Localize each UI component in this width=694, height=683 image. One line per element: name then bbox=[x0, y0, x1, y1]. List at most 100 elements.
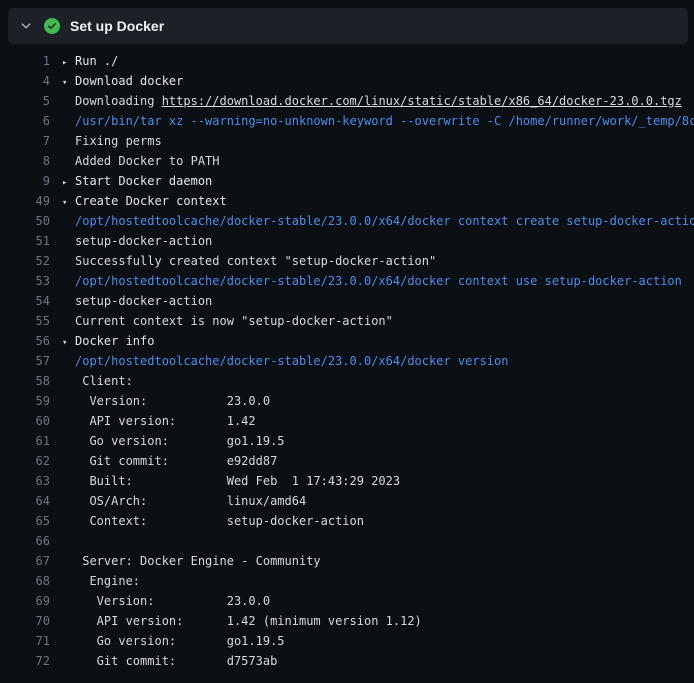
log-line: 71 Go version: go1.19.5 bbox=[6, 631, 694, 651]
log-line: 53 /opt/hostedtoolcache/docker-stable/23… bbox=[6, 271, 694, 291]
line-number[interactable]: 8 bbox=[6, 151, 50, 171]
arrow-spacer bbox=[62, 573, 75, 593]
line-number[interactable]: 72 bbox=[6, 651, 50, 671]
log-text: Server: Docker Engine - Community bbox=[75, 551, 321, 571]
log-group-row[interactable]: 49 ▾Create Docker context bbox=[6, 191, 694, 211]
arrow-spacer bbox=[62, 233, 75, 253]
log-line: 61 Go version: go1.19.5 bbox=[6, 431, 694, 451]
log-text: setup-docker-action bbox=[75, 291, 212, 311]
line-number[interactable]: 54 bbox=[6, 291, 50, 311]
line-number[interactable]: 58 bbox=[6, 371, 50, 391]
log-command-text: /usr/bin/tar xz --warning=no-unknown-key… bbox=[75, 111, 694, 131]
line-number[interactable]: 7 bbox=[6, 131, 50, 151]
log-line: 72 Git commit: d7573ab bbox=[6, 651, 694, 671]
arrow-spacer bbox=[62, 453, 75, 473]
arrow-spacer bbox=[62, 393, 75, 413]
group-title: Docker info bbox=[75, 331, 154, 351]
group-title: Start Docker daemon bbox=[75, 171, 212, 191]
log-text: API version: 1.42 (minimum version 1.12) bbox=[75, 611, 422, 631]
line-number[interactable]: 5 bbox=[6, 91, 50, 111]
log-text: Added Docker to PATH bbox=[75, 151, 220, 171]
log-group-row[interactable]: 1 ▸Run ./ bbox=[6, 51, 694, 71]
log-text: setup-docker-action bbox=[75, 231, 212, 251]
line-number[interactable]: 4 bbox=[6, 71, 50, 91]
group-expanded-icon[interactable]: ▾ bbox=[62, 333, 75, 353]
log-text: Successfully created context "setup-dock… bbox=[75, 251, 436, 271]
log-link[interactable]: https://download.docker.com/linux/static… bbox=[162, 91, 682, 111]
log-line: 5 Downloading https://download.docker.co… bbox=[6, 91, 694, 111]
log-line: 67 Server: Docker Engine - Community bbox=[6, 551, 694, 571]
line-number[interactable]: 51 bbox=[6, 231, 50, 251]
group-title: Create Docker context bbox=[75, 191, 227, 211]
log-text: Fixing perms bbox=[75, 131, 162, 151]
arrow-spacer bbox=[62, 373, 75, 393]
log-line: 60 API version: 1.42 bbox=[6, 411, 694, 431]
group-title: Run ./ bbox=[75, 51, 118, 71]
log-line: 6 /usr/bin/tar xz --warning=no-unknown-k… bbox=[6, 111, 694, 131]
log-text: Go version: go1.19.5 bbox=[75, 631, 285, 651]
line-number[interactable]: 60 bbox=[6, 411, 50, 431]
line-number[interactable]: 61 bbox=[6, 431, 50, 451]
line-number[interactable]: 56 bbox=[6, 331, 50, 351]
log-line: 54 setup-docker-action bbox=[6, 291, 694, 311]
arrow-spacer bbox=[62, 313, 75, 333]
arrow-spacer bbox=[62, 213, 75, 233]
line-number[interactable]: 49 bbox=[6, 191, 50, 211]
log-command-text: /opt/hostedtoolcache/docker-stable/23.0.… bbox=[75, 211, 694, 231]
log-text: Client: bbox=[75, 371, 133, 391]
line-number[interactable]: 6 bbox=[6, 111, 50, 131]
line-number[interactable]: 55 bbox=[6, 311, 50, 331]
arrow-spacer bbox=[62, 93, 75, 113]
group-collapsed-icon[interactable]: ▸ bbox=[62, 173, 75, 193]
line-number[interactable]: 50 bbox=[6, 211, 50, 231]
log-line: 66 bbox=[6, 531, 694, 551]
log-group-row[interactable]: 9 ▸Start Docker daemon bbox=[6, 171, 694, 191]
line-number[interactable]: 66 bbox=[6, 531, 50, 551]
log-line: 70 API version: 1.42 (minimum version 1.… bbox=[6, 611, 694, 631]
line-number[interactable]: 53 bbox=[6, 271, 50, 291]
arrow-spacer bbox=[62, 153, 75, 173]
group-expanded-icon[interactable]: ▾ bbox=[62, 73, 75, 93]
arrow-spacer bbox=[62, 133, 75, 153]
log-text: API version: 1.42 bbox=[75, 411, 256, 431]
group-collapsed-icon[interactable]: ▸ bbox=[62, 53, 75, 73]
line-number[interactable]: 64 bbox=[6, 491, 50, 511]
log-text: Engine: bbox=[75, 571, 140, 591]
line-number[interactable]: 63 bbox=[6, 471, 50, 491]
line-number[interactable]: 9 bbox=[6, 171, 50, 191]
log-command-text: /opt/hostedtoolcache/docker-stable/23.0.… bbox=[75, 351, 508, 371]
log-group-row[interactable]: 4 ▾Download docker bbox=[6, 71, 694, 91]
log-text: Git commit: e92dd87 bbox=[75, 451, 277, 471]
line-number[interactable]: 59 bbox=[6, 391, 50, 411]
line-number[interactable]: 52 bbox=[6, 251, 50, 271]
line-number[interactable]: 68 bbox=[6, 571, 50, 591]
arrow-spacer bbox=[62, 513, 75, 533]
line-number[interactable]: 65 bbox=[6, 511, 50, 531]
arrow-spacer bbox=[62, 253, 75, 273]
arrow-spacer bbox=[62, 533, 75, 553]
log-text: Version: 23.0.0 bbox=[75, 591, 270, 611]
group-title: Download docker bbox=[75, 71, 183, 91]
line-number[interactable]: 69 bbox=[6, 591, 50, 611]
log-text: Downloading bbox=[75, 91, 162, 111]
log-text: Context: setup-docker-action bbox=[75, 511, 364, 531]
group-expanded-icon[interactable]: ▾ bbox=[62, 193, 75, 213]
log-group-row[interactable]: 56 ▾Docker info bbox=[6, 331, 694, 351]
arrow-spacer bbox=[62, 593, 75, 613]
line-number[interactable]: 71 bbox=[6, 631, 50, 651]
step-header[interactable]: Set up Docker bbox=[8, 8, 688, 44]
line-number[interactable]: 57 bbox=[6, 351, 50, 371]
line-number[interactable]: 67 bbox=[6, 551, 50, 571]
chevron-down-icon[interactable] bbox=[18, 18, 34, 34]
log-line: 8 Added Docker to PATH bbox=[6, 151, 694, 171]
arrow-spacer bbox=[62, 433, 75, 453]
log-viewer: 1▸Run ./4▾Download docker5 Downloading h… bbox=[0, 44, 694, 671]
arrow-spacer bbox=[62, 473, 75, 493]
line-number[interactable]: 70 bbox=[6, 611, 50, 631]
line-number[interactable]: 1 bbox=[6, 51, 50, 71]
arrow-spacer bbox=[62, 553, 75, 573]
line-number[interactable]: 62 bbox=[6, 451, 50, 471]
arrow-spacer bbox=[62, 113, 75, 133]
log-line: 64 OS/Arch: linux/amd64 bbox=[6, 491, 694, 511]
log-text: Current context is now "setup-docker-act… bbox=[75, 311, 393, 331]
